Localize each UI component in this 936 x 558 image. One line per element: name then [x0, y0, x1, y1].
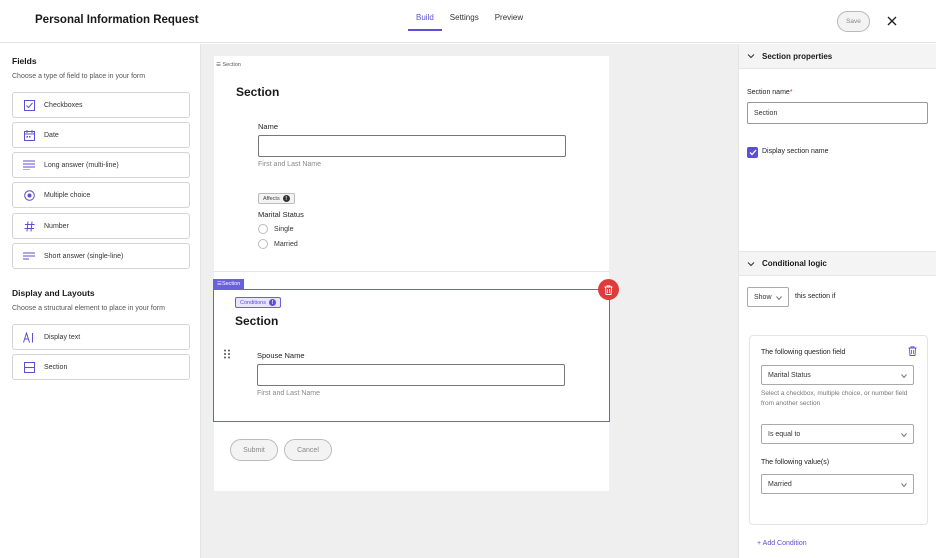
field-label: Section	[44, 363, 68, 371]
section-properties-header[interactable]: Section properties	[739, 44, 936, 69]
question-field-select[interactable]: Marital Status	[761, 365, 914, 385]
checkbox-icon	[23, 99, 35, 111]
field-label: Multiple choice	[44, 191, 91, 199]
short-lines-icon	[23, 250, 35, 262]
show-hide-select[interactable]: Show	[747, 287, 789, 307]
value-select[interactable]: Married	[761, 474, 914, 494]
section-title: Section	[235, 314, 279, 328]
chevron-down-icon	[776, 296, 782, 301]
required-marker: *	[789, 89, 793, 96]
spouse-name-label: Spouse Name	[257, 351, 305, 360]
save-button[interactable]: Save	[837, 11, 870, 32]
form-canvas: ☰ Section Section Name First and Last Na…	[201, 44, 738, 558]
fields-subheading: Choose a type of field to place in your …	[12, 73, 146, 80]
conditional-logic-header[interactable]: Conditional logic	[739, 251, 936, 276]
chevron-down-icon	[747, 54, 755, 59]
radio-married[interactable]: Married	[258, 239, 298, 249]
radio-single[interactable]: Single	[258, 224, 293, 234]
marital-status-label: Marital Status	[258, 210, 304, 219]
field-label: Long answer (multi-line)	[44, 161, 119, 169]
mode-tabs: Build Settings Preview	[408, 0, 531, 43]
fields-panel: Fields Choose a type of field to place i…	[0, 44, 201, 558]
name-input[interactable]	[258, 135, 566, 157]
field-label: Display text	[44, 333, 81, 341]
field-date-button[interactable]: Date	[12, 122, 190, 148]
conditions-badge[interactable]: Conditions !	[235, 297, 281, 308]
field-checkboxes-button[interactable]: Checkboxes	[12, 92, 190, 118]
section-name-label: Section name*	[747, 89, 793, 96]
trash-icon[interactable]	[908, 346, 917, 356]
add-condition-link[interactable]: + Add Condition	[757, 540, 807, 547]
field-label: Checkboxes	[44, 101, 83, 109]
field-long-answer-button[interactable]: Long answer (multi-line)	[12, 152, 190, 178]
checkmark-icon	[749, 149, 756, 156]
calendar-icon	[23, 129, 35, 141]
info-icon: !	[282, 195, 290, 202]
properties-panel: Section properties Section name* Section…	[738, 44, 936, 558]
section-tag: ☰ Section	[216, 62, 241, 68]
spouse-name-input[interactable]	[257, 364, 565, 386]
section-icon	[23, 361, 35, 373]
layout-display-text-button[interactable]: Display text	[12, 324, 190, 350]
tab-build[interactable]: Build	[408, 0, 442, 31]
section-name-input[interactable]: Section	[747, 102, 928, 124]
layout-section-button[interactable]: Section	[12, 354, 190, 380]
this-section-if-label: this section if	[795, 293, 836, 300]
chevron-down-icon	[901, 374, 907, 379]
info-icon: !	[269, 299, 276, 306]
layouts-subheading: Choose a structural element to place in …	[12, 305, 165, 312]
affects-badge[interactable]: Affects !	[258, 193, 295, 204]
top-bar: Personal Information Request Build Setti…	[0, 0, 936, 43]
display-section-name-label: Display section name	[762, 148, 829, 155]
tab-preview[interactable]: Preview	[487, 0, 531, 31]
field-label: Short answer (single-line)	[44, 252, 124, 260]
chevron-down-icon	[901, 483, 907, 488]
text-icon	[23, 331, 35, 343]
question-field-help: Select a checkbox, multiple choice, or n…	[761, 390, 908, 407]
radio-circle	[258, 239, 268, 249]
form-title: Personal Information Request	[35, 14, 199, 26]
name-help: First and Last Name	[258, 161, 322, 168]
display-section-name-checkbox[interactable]	[747, 147, 758, 158]
condition-card: The following question field Marital Sta…	[749, 335, 928, 525]
drag-handle-icon[interactable]	[223, 349, 231, 359]
chevron-down-icon	[747, 261, 755, 266]
question-field-label: The following question field	[761, 349, 846, 356]
field-label: Number	[44, 222, 69, 230]
layouts-heading: Display and Layouts	[12, 288, 95, 298]
section-title: Section	[236, 85, 280, 99]
submit-button[interactable]: Submit	[230, 439, 278, 461]
operator-select[interactable]: Is equal to	[761, 424, 914, 444]
section-divider	[214, 271, 609, 272]
field-label: Date	[44, 131, 59, 139]
hash-icon	[23, 220, 35, 232]
trash-icon	[604, 284, 613, 295]
radio-circle	[258, 224, 268, 234]
spouse-name-help: First and Last Name	[257, 390, 321, 397]
fields-heading: Fields	[12, 56, 37, 66]
cancel-button[interactable]: Cancel	[284, 439, 332, 461]
field-number-button[interactable]: Number	[12, 213, 190, 239]
selected-section[interactable]: ☰ Section Conditions ! Section Spouse Na…	[213, 279, 619, 422]
chevron-down-icon	[901, 433, 907, 438]
lines-icon	[23, 159, 35, 171]
value-label: The following value(s)	[761, 459, 830, 466]
field-multiple-choice-button[interactable]: Multiple choice	[12, 182, 190, 208]
name-label: Name	[258, 122, 279, 131]
tab-settings[interactable]: Settings	[442, 0, 487, 31]
field-short-answer-button[interactable]: Short answer (single-line)	[12, 243, 190, 269]
close-icon[interactable]	[884, 13, 900, 29]
section-tag: ☰ Section	[213, 279, 245, 289]
form-card: ☰ Section Section Name First and Last Na…	[213, 56, 619, 491]
delete-section-button[interactable]	[598, 279, 619, 300]
radio-icon	[23, 189, 35, 201]
